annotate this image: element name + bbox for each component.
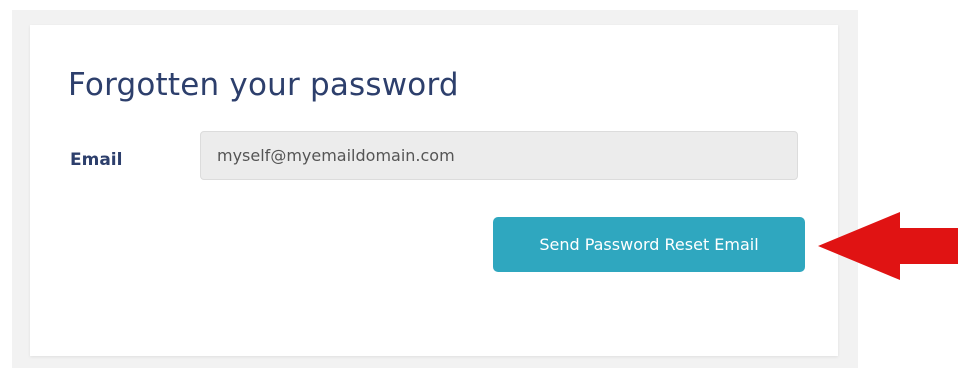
page-title: Forgotten your password (68, 67, 459, 103)
send-reset-email-button[interactable]: Send Password Reset Email (493, 217, 805, 272)
email-label: Email (70, 150, 123, 170)
email-field[interactable] (200, 131, 798, 180)
red-arrow-icon (818, 212, 958, 280)
